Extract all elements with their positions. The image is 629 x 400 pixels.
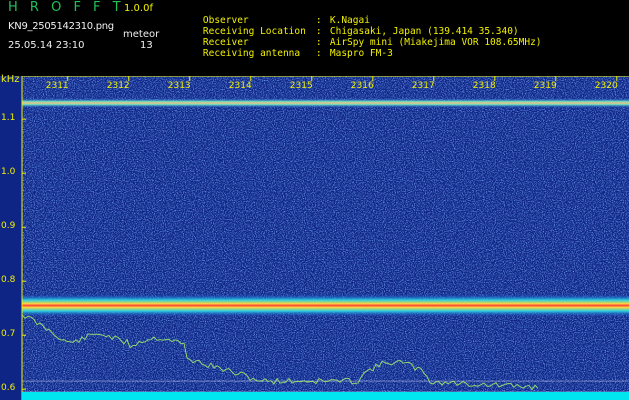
info-key: Receiving antenna xyxy=(202,48,301,59)
x-tick-label: 2320 xyxy=(594,81,618,91)
x-tick-label: 2314 xyxy=(228,81,252,91)
y-tick-label: 1.0 xyxy=(1,167,16,178)
meteor-count: 13 xyxy=(140,40,153,51)
info-value: Maspro FM-3 xyxy=(329,48,393,59)
y-axis-unit: kHz xyxy=(1,74,20,85)
x-tick-label: 2312 xyxy=(106,81,130,91)
y-tick-label: 0.9 xyxy=(1,221,16,232)
header-panel: H R O F F T 1.0.0f KN9_2505142310.png me… xyxy=(0,0,629,76)
noise-texture xyxy=(22,76,629,400)
y-tick-label: 1.1 xyxy=(1,113,16,124)
x-tick-label: 2311 xyxy=(45,81,69,91)
x-tick-label: 2316 xyxy=(350,81,374,91)
y-tick-label: 0.8 xyxy=(1,275,16,286)
signal-band xyxy=(22,294,629,317)
x-tick-label: 2313 xyxy=(167,81,191,91)
spectrogram-plot xyxy=(0,76,629,400)
x-tick-label: 2318 xyxy=(472,81,496,91)
y-tick-label: 0.7 xyxy=(1,329,16,340)
x-tick-label: 2319 xyxy=(533,81,557,91)
signal-band xyxy=(22,98,629,108)
info-colon: : xyxy=(315,48,322,59)
info-row-antenna: Receiving antenna: Maspro FM-3 xyxy=(180,37,393,70)
x-tick-label: 2315 xyxy=(289,81,313,91)
app-title: H R O F F T xyxy=(8,0,125,15)
filename-label: KN9_2505142310.png xyxy=(8,21,114,32)
noise-floor-bar xyxy=(22,392,629,400)
x-tick-label: 2317 xyxy=(411,81,435,91)
version-label: 1.0.0f xyxy=(124,3,153,14)
y-tick-label: 0.6 xyxy=(1,383,16,394)
datetime-label: 25.05.14 23:10 xyxy=(8,40,85,51)
